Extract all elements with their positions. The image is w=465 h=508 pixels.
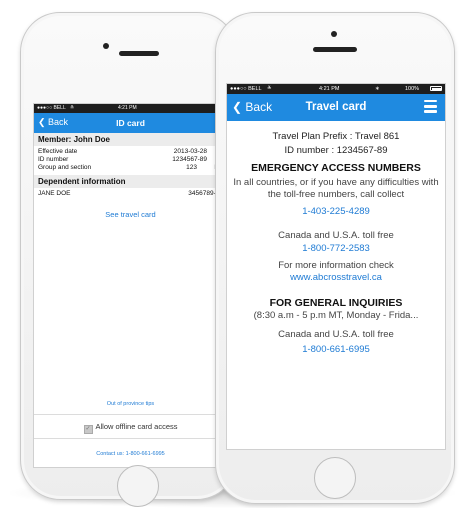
member-details: Effective date 2013-03-28 ID number 1234… bbox=[34, 146, 227, 175]
battery-percent: 100% bbox=[405, 86, 420, 92]
contact-link[interactable]: Contact us: 1-800-661-6995 bbox=[34, 451, 227, 457]
home-button[interactable] bbox=[314, 457, 356, 499]
member-header: Member: John Doe bbox=[34, 133, 227, 146]
canada-tollfree-label-2: Canada and U.S.A. toll free bbox=[278, 329, 394, 340]
carrier-label: ●●●○○ BELL bbox=[37, 105, 66, 111]
general-inquiries-heading: FOR GENERAL INQUIRIES bbox=[269, 297, 403, 309]
page-title: ID card bbox=[116, 118, 145, 128]
front-phone: ●●●○○ BELL ≚ 4:21 PM ∗ 100% ❮ Back Trave… bbox=[215, 12, 455, 504]
page-title: Travel card bbox=[305, 101, 367, 113]
row-value: 123 bbox=[186, 164, 197, 171]
nav-bar: ❮ Back ID card bbox=[34, 113, 227, 133]
collect-phone-link[interactable]: 1-403-225-4289 bbox=[227, 206, 445, 217]
battery-icon bbox=[430, 86, 442, 91]
offline-access-row: ✓ Allow offline card access bbox=[34, 422, 227, 434]
row-label: Group and section bbox=[38, 164, 92, 171]
general-phone-link[interactable]: 1-800-661-6995 bbox=[227, 344, 445, 355]
travel-card-screen: ●●●○○ BELL ≚ 4:21 PM ∗ 100% ❮ Back Trave… bbox=[226, 83, 446, 450]
website-link[interactable]: www.abcrosstravel.ca bbox=[227, 272, 445, 283]
member-row: ID number 1234567-89 bbox=[34, 156, 227, 164]
bluetooth-icon: ∗ bbox=[375, 86, 380, 92]
clock: 4:21 PM bbox=[319, 86, 340, 92]
earpiece-speaker bbox=[119, 51, 159, 56]
office-hours: (8:30 a.m - 5 p.m MT, Monday - Frida... bbox=[253, 310, 419, 321]
back-phone: ●●●○○ BELL ≚ 4:21 PM ❮ Back ID card Memb… bbox=[20, 12, 237, 507]
travel-plan-prefix: Travel Plan Prefix : Travel 861 bbox=[272, 131, 400, 142]
member-row: Effective date 2013-03-28 bbox=[34, 148, 227, 156]
more-info-label: For more information check bbox=[278, 260, 394, 271]
divider bbox=[34, 438, 227, 439]
dependent-header: Dependent information bbox=[34, 175, 227, 188]
emergency-heading: EMERGENCY ACCESS NUMBERS bbox=[251, 162, 421, 174]
row-value: 2013-03-28 bbox=[173, 148, 207, 155]
earpiece-speaker bbox=[313, 47, 357, 52]
status-bar: ●●●○○ BELL ≚ 4:21 PM ∗ 100% bbox=[227, 84, 445, 94]
emergency-text: In all countries, or if you have any dif… bbox=[233, 177, 439, 200]
row-value: 1234567-89 bbox=[172, 156, 207, 163]
nav-bar: ❮ Back Travel card bbox=[227, 94, 445, 121]
carrier-label: ●●●○○ BELL bbox=[230, 86, 262, 92]
row-label: ID number bbox=[38, 156, 69, 163]
divider bbox=[34, 414, 227, 415]
clock: 4:21 PM bbox=[118, 105, 137, 111]
see-travel-card-link[interactable]: See travel card bbox=[34, 210, 227, 219]
front-camera bbox=[331, 31, 337, 37]
tollfree-phone-link[interactable]: 1-800-772-2583 bbox=[227, 243, 445, 254]
hamburger-menu-icon[interactable] bbox=[424, 100, 437, 113]
home-button[interactable] bbox=[117, 465, 159, 507]
dependent-row: JANE DOE 3456789-41 bbox=[34, 188, 227, 198]
status-bar: ●●●○○ BELL ≚ 4:21 PM bbox=[34, 104, 227, 113]
dependent-name: JANE DOE bbox=[38, 190, 71, 197]
offline-access-label: Allow offline card access bbox=[95, 422, 178, 431]
out-of-province-link[interactable]: Out of province tips bbox=[34, 401, 227, 407]
id-card-screen: ●●●○○ BELL ≚ 4:21 PM ❮ Back ID card Memb… bbox=[33, 103, 227, 468]
id-number: ID number : 1234567-89 bbox=[284, 145, 388, 156]
wifi-icon: ≚ bbox=[267, 86, 272, 92]
offline-access-checkbox[interactable]: ✓ bbox=[83, 425, 93, 434]
row-label: Effective date bbox=[38, 148, 78, 155]
front-camera bbox=[103, 43, 109, 49]
canada-tollfree-label: Canada and U.S.A. toll free bbox=[278, 230, 394, 241]
wifi-icon: ≚ bbox=[70, 105, 75, 111]
member-row: Group and section 123 BB bbox=[34, 164, 227, 172]
